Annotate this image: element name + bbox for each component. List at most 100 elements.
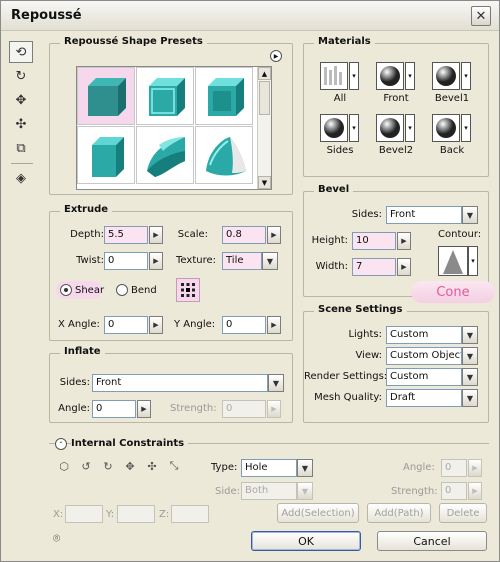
y-input — [117, 505, 155, 523]
bend-radio[interactable] — [116, 284, 128, 296]
scroll-thumb[interactable] — [259, 81, 270, 115]
render-settings-select[interactable]: Custom — [386, 368, 462, 386]
type-label: Type: — [211, 462, 238, 473]
material-dropdown-icon[interactable]: ▾ — [349, 62, 359, 90]
material-dropdown-icon[interactable]: ▾ — [405, 62, 415, 90]
inflate-angle-input[interactable]: 0 — [92, 400, 136, 418]
twist-slider-arrow-icon[interactable]: ▶ — [149, 252, 163, 270]
side-label: Side: — [215, 486, 240, 497]
inflate-sides-dropdown-icon[interactable]: ▼ — [268, 374, 284, 392]
presets-scrollbar[interactable]: ▲ ▼ — [257, 67, 271, 189]
height-input[interactable]: 10 — [352, 232, 396, 250]
constraint-slide-icon[interactable]: ✣ — [143, 458, 161, 474]
constraint-rotate-icon[interactable]: ⬡ — [55, 458, 73, 474]
side-dropdown-icon: ▼ — [297, 482, 313, 500]
width-slider-arrow-icon[interactable]: ▶ — [397, 258, 411, 276]
constraints-collapse-icon[interactable]: ⌃ — [55, 438, 67, 450]
camera-tool-icon[interactable]: ◈ — [9, 167, 33, 189]
inflate-angle-slider-arrow-icon[interactable]: ▶ — [137, 400, 151, 418]
y-angle-label: Y Angle: — [174, 319, 216, 330]
mesh-quality-dropdown-icon[interactable]: ▼ — [462, 389, 478, 407]
preview-icon[interactable]: ⌾ — [53, 531, 60, 546]
object-scale-tool-icon[interactable]: ⧉ — [9, 137, 33, 159]
view-dropdown-icon[interactable]: ▼ — [462, 347, 478, 365]
preset-cell[interactable] — [136, 126, 194, 184]
x-angle-slider-arrow-icon[interactable]: ▶ — [149, 316, 163, 334]
cancel-button[interactable]: Cancel — [377, 531, 487, 551]
material-dropdown-icon[interactable]: ▾ — [405, 114, 415, 142]
mesh-quality-label: Mesh Quality: — [314, 392, 382, 403]
material-sphere-icon[interactable] — [376, 114, 404, 142]
material-label: Front — [383, 93, 409, 104]
inflate-sides-select[interactable]: Front — [92, 374, 268, 392]
material-all-swatch-icon[interactable] — [320, 62, 348, 90]
depth-input[interactable]: 5.5 — [104, 226, 148, 244]
ok-button[interactable]: OK — [251, 531, 361, 551]
window-title: Repoussé — [11, 8, 82, 23]
preset-box-icon — [92, 137, 124, 177]
inflate-group: Inflate Sides: Front ▼ Angle: 0 ▶ Streng… — [49, 346, 293, 423]
preset-cube-icon — [88, 78, 126, 116]
bevel-sides-select[interactable]: Front — [386, 206, 462, 224]
z-label: Z: — [159, 509, 170, 520]
type-dropdown-icon[interactable]: ▼ — [297, 459, 313, 477]
constraint-spin-icon[interactable]: ↻ — [99, 458, 117, 474]
lights-dropdown-icon[interactable]: ▼ — [462, 326, 478, 344]
preset-cell[interactable] — [77, 67, 135, 125]
preset-cell[interactable] — [136, 67, 194, 125]
inflate-strength-slider-arrow-icon: ▶ — [267, 400, 281, 418]
view-label: View: — [355, 350, 382, 361]
reference-point-icon[interactable] — [176, 278, 200, 302]
bevel-sides-dropdown-icon[interactable]: ▼ — [462, 206, 478, 224]
scale-input[interactable]: 0.8 — [222, 226, 266, 244]
presets-menu-icon[interactable]: ▶ — [270, 50, 282, 62]
y-angle-slider-arrow-icon[interactable]: ▶ — [267, 316, 281, 334]
render-settings-dropdown-icon[interactable]: ▼ — [462, 368, 478, 386]
render-settings-label: Render Settings: — [304, 371, 388, 382]
scale-label: Scale: — [177, 229, 208, 240]
object-slide-tool-icon[interactable]: ✣ — [9, 113, 33, 135]
lights-select[interactable]: Custom — [386, 326, 462, 344]
material-sphere-icon[interactable] — [432, 62, 460, 90]
mesh-quality-select[interactable]: Draft — [386, 389, 462, 407]
constraint-pan-icon[interactable]: ✥ — [121, 458, 139, 474]
material-sphere-icon[interactable] — [376, 62, 404, 90]
constraint-roll-icon[interactable]: ↺ — [77, 458, 95, 474]
object-rotate-tool-icon[interactable]: ⟲ — [9, 41, 33, 63]
constraint-scale-icon[interactable]: ⤡ — [165, 458, 183, 474]
type-select[interactable]: Hole — [241, 459, 297, 477]
contour-name-tooltip: Cone — [411, 281, 495, 303]
object-pan-tool-icon[interactable]: ✥ — [9, 89, 33, 111]
constraint-strength-label: Strength: — [391, 486, 438, 497]
material-sphere-icon[interactable] — [320, 114, 348, 142]
width-input[interactable]: 7 — [352, 258, 396, 276]
preset-cell[interactable] — [195, 126, 253, 184]
contour-cone-icon[interactable] — [438, 246, 468, 276]
material-dropdown-icon[interactable]: ▾ — [461, 114, 471, 142]
depth-slider-arrow-icon[interactable]: ▶ — [149, 226, 163, 244]
y-label: Y: — [106, 509, 115, 520]
x-angle-input[interactable]: 0 — [104, 316, 148, 334]
object-roll-tool-icon[interactable]: ↻ — [9, 65, 33, 87]
twist-input[interactable]: 0 — [104, 252, 148, 270]
presets-title: Repoussé Shape Presets — [60, 36, 207, 47]
y-angle-input[interactable]: 0 — [222, 316, 266, 334]
delete-button: Delete — [439, 503, 487, 523]
material-dropdown-icon[interactable]: ▾ — [461, 62, 471, 90]
height-slider-arrow-icon[interactable]: ▶ — [397, 232, 411, 250]
preset-cell[interactable] — [195, 67, 253, 125]
scale-slider-arrow-icon[interactable]: ▶ — [267, 226, 281, 244]
texture-dropdown-icon[interactable]: ▼ — [262, 252, 278, 270]
view-select[interactable]: Custom Object... — [386, 347, 462, 365]
preset-frame-cube-icon — [208, 78, 244, 116]
scroll-down-icon[interactable]: ▼ — [258, 176, 271, 189]
material-sphere-icon[interactable] — [432, 114, 460, 142]
contour-dropdown-icon[interactable]: ▾ — [468, 246, 478, 276]
texture-select[interactable]: Tile — [222, 252, 262, 270]
shear-radio[interactable] — [60, 284, 72, 296]
material-dropdown-icon[interactable]: ▾ — [349, 114, 359, 142]
scroll-up-icon[interactable]: ▲ — [258, 67, 271, 80]
close-button[interactable]: ✕ — [471, 6, 491, 26]
preset-cell[interactable] — [77, 126, 135, 184]
material-label: Back — [439, 145, 465, 156]
